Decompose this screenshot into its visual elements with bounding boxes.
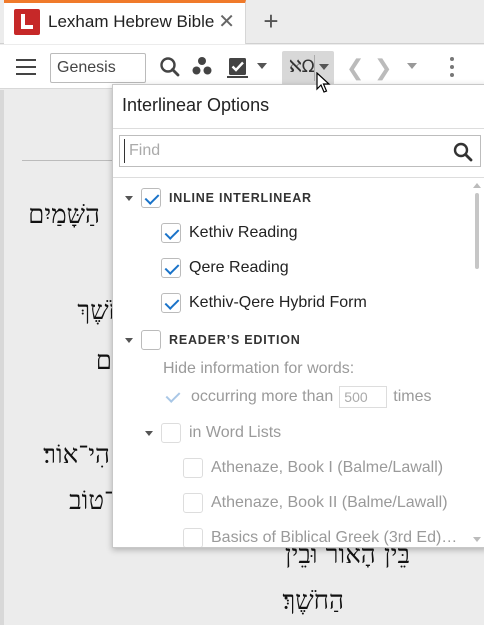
scroll-up-icon[interactable] <box>473 183 481 188</box>
word-list-label: Athenaze, Book I (Balme/Lawall) <box>211 459 444 476</box>
divider <box>22 160 122 161</box>
reference-input[interactable]: Genesis <box>50 53 146 83</box>
logos-logo-icon <box>14 9 40 35</box>
kethiv-reading-checkbox[interactable] <box>161 223 181 243</box>
occurrence-count-input[interactable]: 500 <box>339 386 388 408</box>
scrollbar-thumb[interactable] <box>475 193 479 269</box>
word-lists-checkbox[interactable] <box>161 423 181 443</box>
add-tab-button[interactable]: + <box>256 6 286 36</box>
interlinear-icon: ℵΩ <box>289 57 315 77</box>
divider <box>314 55 315 81</box>
option-label: in Word Lists <box>189 424 282 441</box>
find-field[interactable] <box>119 135 481 167</box>
tab-bar: Lexham Hebrew Bible ✕ + <box>0 0 484 44</box>
search-icon[interactable] <box>156 53 184 81</box>
forward-icon[interactable]: ❯ <box>374 55 392 81</box>
hebrew-text: ־טוֹב <box>69 486 114 516</box>
section-label: INLINE INTERLINEAR <box>169 191 312 205</box>
word-list-checkbox[interactable] <box>183 493 203 513</box>
option-kethiv-qere-hybrid[interactable]: Kethiv-Qere Hybrid Form <box>161 290 367 316</box>
option-occurring-more-than[interactable]: occurring more than 500 times <box>163 384 432 410</box>
occurring-checkbox[interactable] <box>163 387 183 407</box>
chevron-down-icon[interactable] <box>319 64 329 70</box>
option-label: Qere Reading <box>189 259 289 276</box>
tab-title: Lexham Hebrew Bible <box>48 12 215 31</box>
word-list-item[interactable]: Basics of Biblical Greek (3rd Ed)… <box>183 525 458 547</box>
divider <box>113 177 484 178</box>
checkbox-tool-icon[interactable] <box>224 53 252 81</box>
chevron-down-icon[interactable] <box>407 63 417 69</box>
hebrew-text: הַשָּׁמַיִם <box>28 200 100 230</box>
back-icon[interactable]: ❮ <box>346 55 364 81</box>
collapse-triangle-icon[interactable] <box>125 195 133 201</box>
hide-info-text: Hide information for words: <box>163 360 355 377</box>
visual-filters-icon[interactable] <box>188 53 216 81</box>
inline-interlinear-checkbox[interactable] <box>141 188 161 208</box>
option-kethiv-reading[interactable]: Kethiv Reading <box>161 220 298 246</box>
word-list-checkbox[interactable] <box>183 458 203 478</box>
scroll-down-icon[interactable] <box>473 537 481 542</box>
option-label: occurring more than <box>191 388 334 405</box>
word-list-item[interactable]: Athenaze, Book II (Balme/Lawall) <box>183 490 448 516</box>
popup-title: Interlinear Options <box>122 95 270 115</box>
find-input[interactable] <box>124 139 444 163</box>
qere-reading-checkbox[interactable] <box>161 258 181 278</box>
hide-info-label: Hide information for words: <box>163 356 354 382</box>
option-qere-reading[interactable]: Qere Reading <box>161 255 289 281</box>
option-label: Kethiv-Qere Hybrid Form <box>189 294 367 311</box>
interlinear-options-popup: Interlinear Options INLINE INTERLINEAR K… <box>112 84 484 548</box>
toolbar: Genesis ℵΩ ❮ ❯ <box>0 45 484 89</box>
option-in-word-lists[interactable]: in Word Lists <box>145 420 281 446</box>
hebrew-text: הִי־אוֹר׃ <box>43 440 110 470</box>
option-label: Kethiv Reading <box>189 224 298 241</box>
section-label: READER’S EDITION <box>169 333 301 347</box>
collapse-triangle-icon[interactable] <box>145 430 153 436</box>
section-inline-interlinear[interactable]: INLINE INTERLINEAR <box>125 185 312 211</box>
hebrew-text: הַחֹשֶׁךְ׃ <box>282 586 344 616</box>
chevron-down-icon[interactable] <box>257 63 267 69</box>
tab-lexham-hebrew-bible[interactable]: Lexham Hebrew Bible ✕ <box>4 0 246 44</box>
word-list-item[interactable]: Athenaze, Book I (Balme/Lawall) <box>183 455 443 481</box>
option-label: times <box>393 388 432 405</box>
search-icon[interactable] <box>452 141 474 163</box>
menu-icon[interactable] <box>16 59 36 75</box>
hebrew-text: ם <box>95 346 112 376</box>
pane-edge <box>0 90 4 625</box>
divider <box>113 128 484 129</box>
section-readers-edition[interactable]: READER’S EDITION <box>125 327 301 353</box>
close-icon[interactable]: ✕ <box>218 9 235 35</box>
collapse-triangle-icon[interactable] <box>125 337 133 343</box>
word-list-label: Basics of Biblical Greek (3rd Ed)… <box>211 529 458 546</box>
kethiv-qere-hybrid-checkbox[interactable] <box>161 293 181 313</box>
readers-edition-checkbox[interactable] <box>141 330 161 350</box>
word-list-label: Athenaze, Book II (Balme/Lawall) <box>211 494 448 511</box>
more-options-icon[interactable] <box>450 57 456 81</box>
word-list-checkbox[interactable] <box>183 528 203 547</box>
mouse-cursor-icon <box>316 72 331 93</box>
